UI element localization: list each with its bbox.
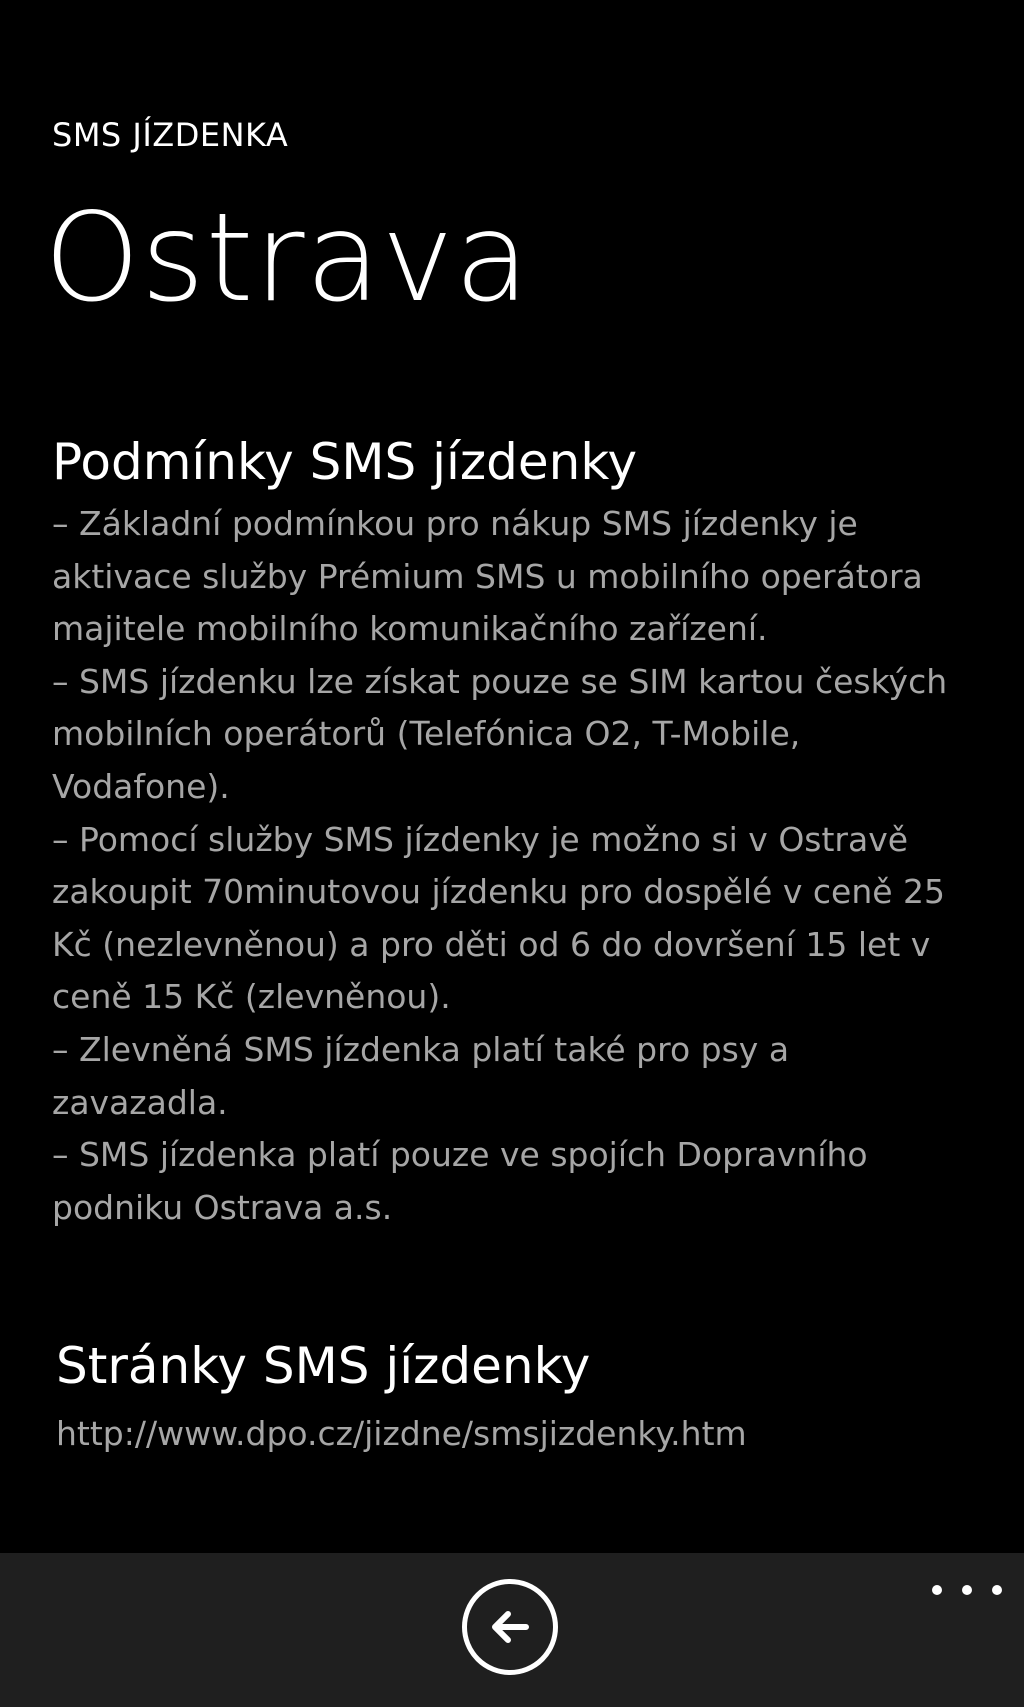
website-link[interactable]: http://www.dpo.cz/jizdne/smsjizdenky.htm	[56, 1412, 747, 1456]
terms-paragraph: – Zlevněná SMS jízdenka platí také pro p…	[52, 1029, 790, 1122]
terms-heading: Podmínky SMS jízdenky	[52, 433, 638, 491]
page-title: Ostrava	[44, 187, 531, 329]
app-title: SMS JÍZDENKA	[52, 116, 289, 154]
ellipsis-icon	[932, 1585, 942, 1595]
ellipsis-icon	[992, 1585, 1002, 1595]
terms-body: – Základní podmínkou pro nákup SMS jízde…	[52, 498, 952, 1234]
ellipsis-icon	[962, 1585, 972, 1595]
links-heading: Stránky SMS jízdenky	[56, 1337, 591, 1395]
app-bar	[0, 1553, 1024, 1707]
more-button[interactable]	[932, 1575, 1002, 1605]
back-button[interactable]	[462, 1579, 558, 1675]
terms-paragraph: – Základní podmínkou pro nákup SMS jízde…	[52, 504, 923, 649]
arrow-left-icon	[492, 1611, 529, 1643]
terms-paragraph: – Pomocí služby SMS jízdenky je možno si…	[52, 819, 946, 1017]
terms-paragraph: – SMS jízdenka platí pouze ve spojích Do…	[52, 1135, 868, 1227]
terms-paragraph: – SMS jízdenku lze získat pouze se SIM k…	[52, 661, 948, 806]
